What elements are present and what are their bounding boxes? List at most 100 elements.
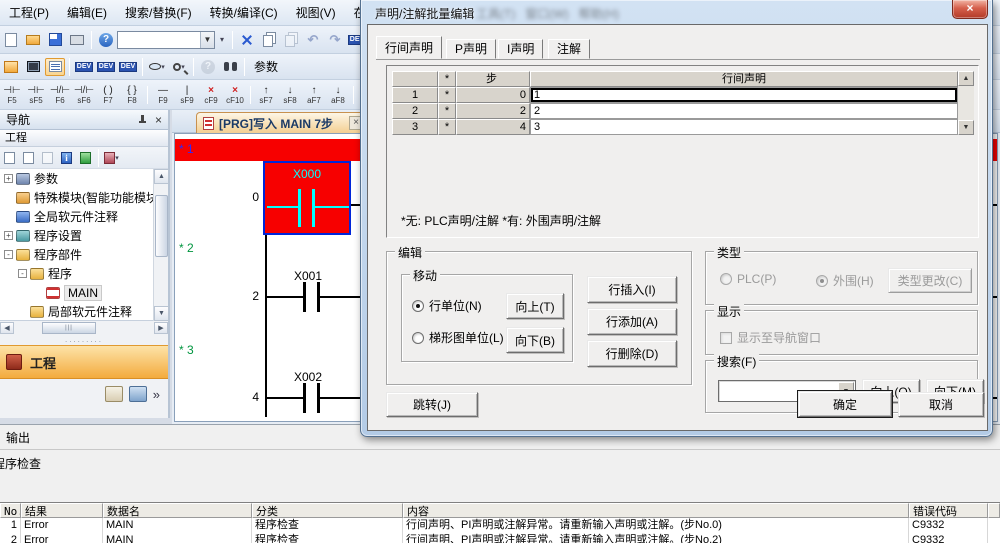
tab-i-statement[interactable]: I声明 <box>498 39 543 59</box>
col-result[interactable]: 结果 <box>21 503 103 518</box>
device-monitor-icon[interactable]: DEV <box>118 58 138 76</box>
tree-item-special-module[interactable]: 特殊模块(智能功能模块 <box>0 188 168 207</box>
tree-horizontal-scrollbar[interactable]: ◀ ||| ▶ <box>0 321 168 335</box>
row-delete-button[interactable]: 行删除(D) <box>587 340 677 367</box>
close-dialog-button[interactable]: × <box>952 0 988 19</box>
move-down-button[interactable]: 向下(B) <box>506 327 564 353</box>
tab-note[interactable]: 注解 <box>548 39 590 59</box>
find-icon[interactable] <box>220 58 240 76</box>
expand-icon[interactable]: + <box>4 231 13 240</box>
navigation-window-icon[interactable] <box>1 58 21 76</box>
tree-item-pou[interactable]: - 程序部件 <box>0 245 168 264</box>
toolbar-combobox[interactable]: ▼ <box>117 31 215 49</box>
tree-item-program-setting[interactable]: + 程序设置 <box>0 226 168 245</box>
grid-scrollbar[interactable] <box>958 87 974 103</box>
tab-main-program[interactable]: [PRG]写入 MAIN 7步 × <box>196 112 368 133</box>
parallel-falling-pulse-button[interactable]: ↓aF8 <box>327 82 349 108</box>
open-file-icon[interactable] <box>23 31 43 49</box>
cut-icon[interactable] <box>237 31 257 49</box>
coil-button[interactable]: ( )F7 <box>97 82 119 108</box>
device-comment-icon[interactable]: DEV <box>74 58 94 76</box>
tab-line-statement[interactable]: 行间声明 <box>376 36 442 59</box>
chevron-down-icon[interactable]: ▼ <box>200 32 214 48</box>
closed-contact-button[interactable]: ⊣/⊢F6 <box>49 82 71 108</box>
new-file-icon[interactable] <box>1 31 21 49</box>
falling-pulse-button[interactable]: ↓sF8 <box>279 82 301 108</box>
rising-pulse-button[interactable]: ↑sF7 <box>255 82 277 108</box>
menu-find-replace[interactable]: 搜索/替换(F) <box>116 0 201 26</box>
scroll-down-icon[interactable]: ▼ <box>154 306 169 321</box>
help-icon[interactable]: ? <box>96 31 116 49</box>
col-error-code[interactable]: 错误代码 <box>909 503 988 518</box>
save-icon[interactable] <box>45 31 65 49</box>
table-row[interactable]: 1 Error MAIN 程序检查 行间声明、PI声明或注解异常。请重新输入声明… <box>0 518 1000 533</box>
expand-icon[interactable]: - <box>4 250 13 259</box>
tree-vertical-scrollbar[interactable]: ▲ ▼ <box>153 169 168 321</box>
copy-icon[interactable] <box>20 150 37 166</box>
application-instruction-button[interactable]: { }F8 <box>121 82 143 108</box>
tree-item-global-comment[interactable]: 全局软元件注释 <box>0 207 168 226</box>
function-block-icon[interactable] <box>23 58 43 76</box>
radio-row-unit[interactable]: 行单位(N) <box>412 297 482 314</box>
menu-project[interactable]: 工程(P) <box>0 0 58 26</box>
menu-convert-compile[interactable]: 转换/编译(C) <box>201 0 287 26</box>
grid-row[interactable]: 1 * 0 1 <box>392 87 974 103</box>
help2-icon[interactable]: ? <box>198 58 218 76</box>
scroll-down-icon[interactable]: ▼ <box>958 120 974 135</box>
menu-view[interactable]: 视图(V) <box>287 0 345 26</box>
selected-contact-cell[interactable]: X000 <box>263 161 351 235</box>
paste-icon[interactable] <box>39 150 56 166</box>
expand-icon[interactable]: - <box>18 269 27 278</box>
cancel-button[interactable]: 取消 <box>898 392 984 417</box>
radio-ladder-unit[interactable]: 梯形图单位(L) <box>412 329 504 346</box>
horizontal-line-button[interactable]: —F9 <box>152 82 174 108</box>
parallel-closed-contact-button[interactable]: ⊣/⊢sF6 <box>73 82 95 108</box>
copy-icon[interactable] <box>259 31 279 49</box>
parallel-rising-pulse-button[interactable]: ↑aF7 <box>303 82 325 108</box>
expand-icon[interactable]: + <box>4 174 13 183</box>
row-add-button[interactable]: 行添加(A) <box>587 308 677 335</box>
tree-item-parameter[interactable]: + 参数 <box>0 169 168 188</box>
col-content[interactable]: 内容 <box>403 503 909 518</box>
tab-p-statement[interactable]: P声明 <box>446 39 496 59</box>
col-no[interactable]: No. <box>0 503 21 518</box>
vertical-line-button[interactable]: |sF9 <box>176 82 198 108</box>
col-category[interactable]: 分类 <box>252 503 403 518</box>
parallel-open-contact-button[interactable]: ⊣⊢sF5 <box>25 82 47 108</box>
undo-icon[interactable]: ↶ <box>303 31 323 49</box>
delete-horizontal-line-button[interactable]: ×cF9 <box>200 82 222 108</box>
list-view-icon[interactable] <box>45 58 65 76</box>
grid-row[interactable]: 2 * 2 2 <box>392 103 974 119</box>
tree-item-program[interactable]: - 程序 <box>0 264 168 283</box>
pin-icon[interactable] <box>138 115 147 124</box>
tree-item-local-comment[interactable]: 局部软元件注释 <box>0 302 168 321</box>
scroll-up-icon[interactable]: ▲ <box>958 71 974 86</box>
delete-vertical-line-button[interactable]: ×cF10 <box>224 82 246 108</box>
scroll-right-icon[interactable]: ▶ <box>154 322 168 334</box>
device-memory-icon[interactable]: DEV <box>96 58 116 76</box>
ok-button[interactable]: 确定 <box>798 391 892 417</box>
grid-scrollbar[interactable] <box>958 103 974 119</box>
device-display-icon[interactable]: ▾ <box>147 58 167 76</box>
property-info-icon[interactable]: i <box>58 150 75 166</box>
toolbar-options-icon[interactable]: ▾ <box>216 31 228 49</box>
connection-destination-icon[interactable] <box>129 386 147 402</box>
redo-icon[interactable]: ↷ <box>325 31 345 49</box>
user-library-icon[interactable] <box>105 386 123 402</box>
statement-value-input[interactable]: 1 <box>530 87 958 103</box>
refresh-icon[interactable] <box>77 150 94 166</box>
scroll-up-icon[interactable]: ▲ <box>154 169 169 184</box>
col-data-name[interactable]: 数据名 <box>103 503 252 518</box>
more-views-chevron[interactable]: » <box>153 388 160 401</box>
menu-edit[interactable]: 编辑(E) <box>58 0 116 26</box>
open-contact-button[interactable]: ⊣⊢F5 <box>1 82 23 108</box>
print-icon[interactable] <box>67 31 87 49</box>
statement-value-input[interactable]: 3 <box>530 119 958 135</box>
grid-scrollbar-top[interactable]: ▲ <box>958 71 974 87</box>
move-up-button[interactable]: 向上(T) <box>506 293 564 319</box>
panel-splitter[interactable]: ......... <box>0 335 168 345</box>
scroll-thumb[interactable] <box>155 195 168 257</box>
statement-value-input[interactable]: 2 <box>530 103 958 119</box>
paste-icon[interactable] <box>281 31 301 49</box>
scroll-left-icon[interactable]: ◀ <box>0 322 14 334</box>
